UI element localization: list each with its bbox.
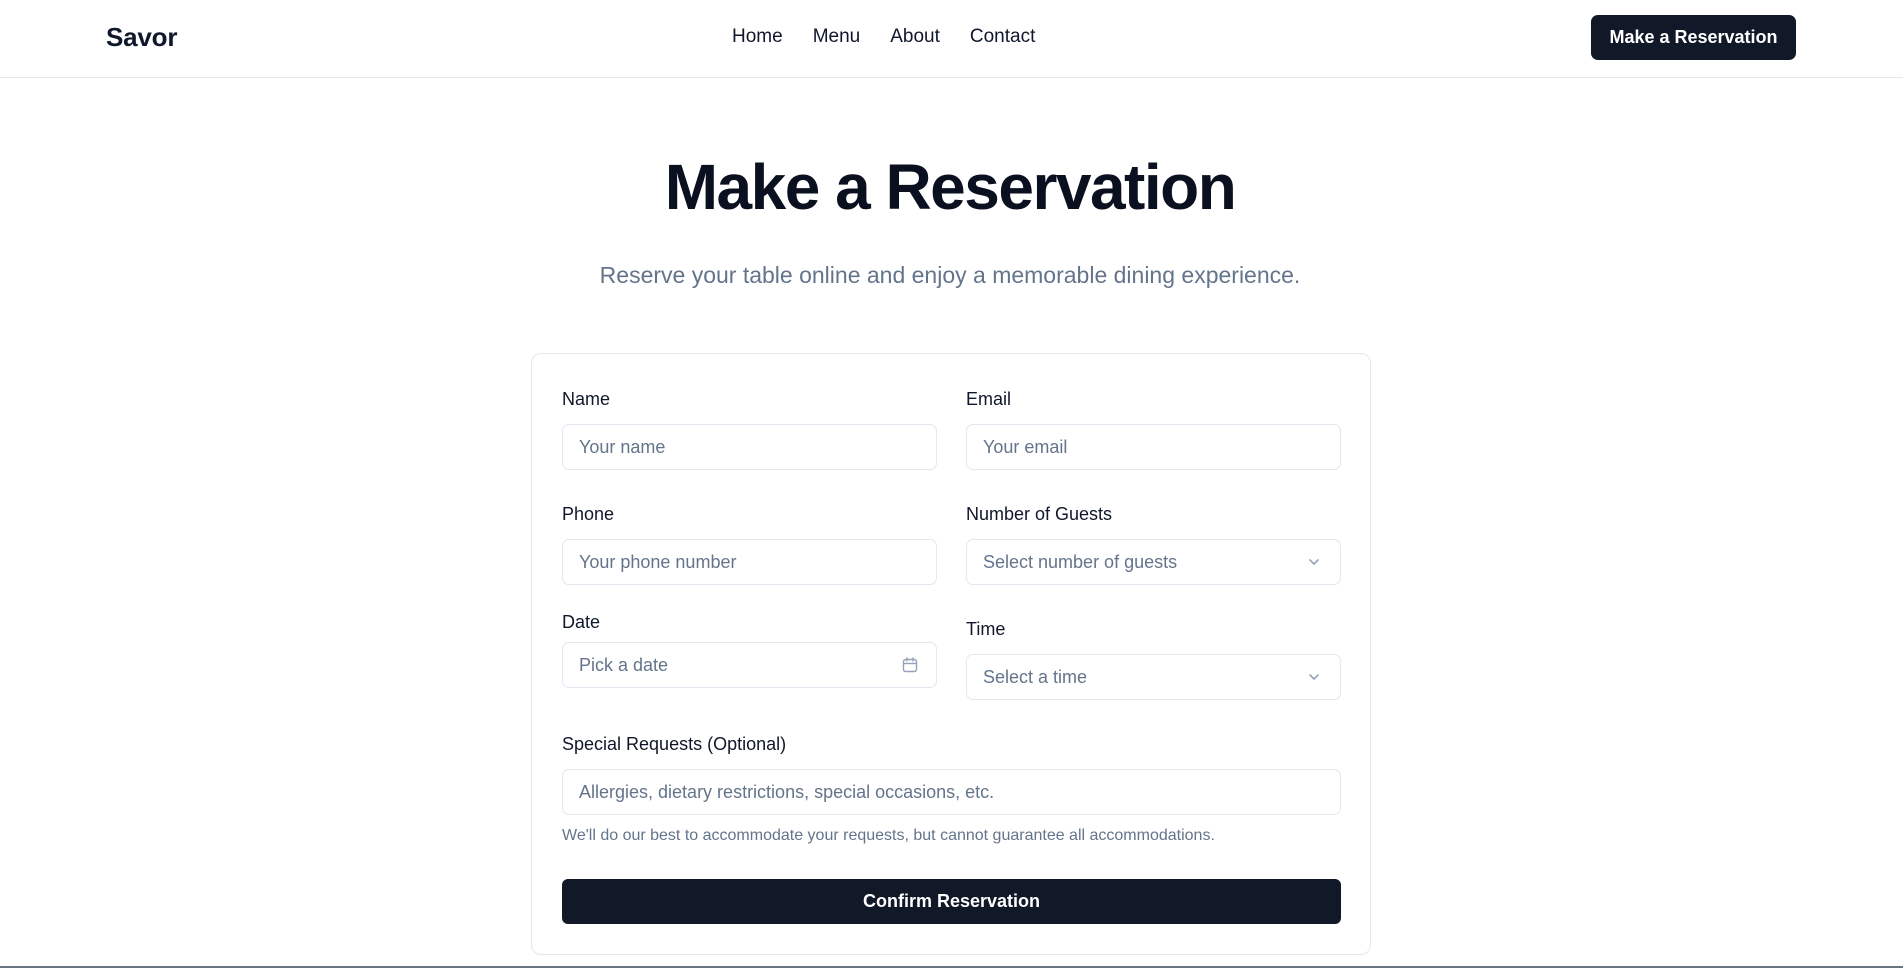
name-label: Name — [562, 389, 611, 409]
date-picker[interactable]: Pick a date — [562, 642, 937, 688]
name-input[interactable] — [579, 436, 920, 458]
nav-home-link[interactable]: Home — [732, 26, 783, 48]
reservation-form: Name Email Phone Number of Guests Select… — [531, 353, 1371, 955]
nav-menu-link[interactable]: Menu — [813, 26, 861, 48]
chevron-down-icon — [1304, 552, 1324, 572]
brand-logo[interactable]: Savor — [106, 22, 177, 53]
email-field-wrapper — [966, 424, 1341, 470]
page-title: Make a Reservation — [664, 151, 1237, 223]
calendar-icon — [900, 655, 920, 675]
page-subtitle: Reserve your table online and enjoy a me… — [599, 262, 1301, 288]
main-nav: Home Menu About Contact — [732, 26, 1035, 48]
site-header: Savor Home Menu About Contact Make a Res… — [0, 0, 1903, 78]
time-select-value: Select a time — [983, 666, 1088, 687]
date-picker-value: Pick a date — [579, 654, 669, 675]
time-label: Time — [966, 619, 1006, 639]
confirm-reservation-button[interactable]: Confirm Reservation — [562, 879, 1341, 924]
special-requests-field-wrapper — [562, 769, 1341, 815]
email-label: Email — [966, 389, 1012, 409]
nav-contact-link[interactable]: Contact — [970, 26, 1035, 48]
guests-label: Number of Guests — [966, 504, 1113, 524]
nav-about-link[interactable]: About — [890, 26, 940, 48]
phone-label: Phone — [562, 504, 615, 524]
phone-input[interactable] — [579, 551, 920, 573]
header-reservation-button[interactable]: Make a Reservation — [1591, 15, 1796, 60]
date-label: Date — [562, 612, 601, 632]
special-requests-label: Special Requests (Optional) — [562, 734, 787, 754]
name-field-wrapper — [562, 424, 937, 470]
guests-select-value: Select number of guests — [983, 551, 1178, 572]
time-select[interactable]: Select a time — [966, 654, 1341, 700]
chevron-down-icon — [1304, 667, 1324, 687]
special-requests-input[interactable] — [579, 781, 1324, 803]
special-requests-helper-text: We'll do our best to accommodate your re… — [562, 827, 1215, 844]
phone-field-wrapper — [562, 539, 937, 585]
email-input[interactable] — [983, 436, 1324, 458]
guests-select[interactable]: Select number of guests — [966, 539, 1341, 585]
